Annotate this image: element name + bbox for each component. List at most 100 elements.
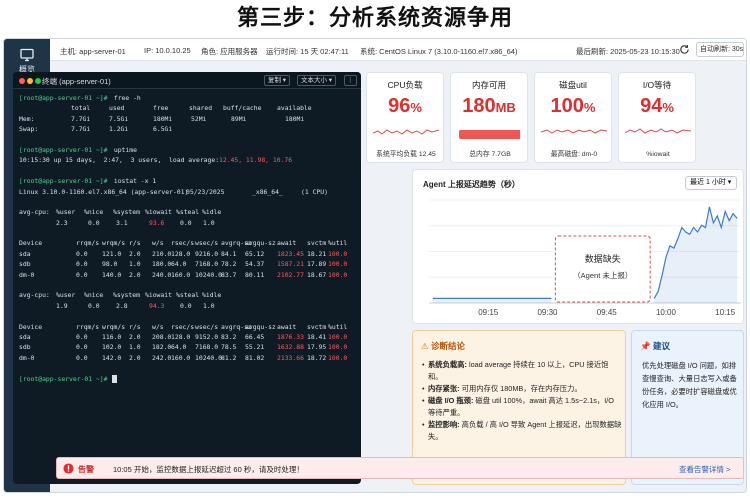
font-size-button[interactable]: 文本大小 ▾ — [297, 75, 337, 86]
terminal-command: uptime — [110, 145, 137, 154]
table-cell: 64.0 — [171, 343, 187, 352]
table-row: sda 0.0 116.0 2.0 208.0 128.0 9152.0 83.2 66.45 1… — [19, 332, 359, 342]
terminal-text: Linux 3.10.0-1160.el7.x86_64 (app-server… — [19, 187, 189, 196]
host-os: 系统: CentOS Linux 7 (3.10.0-1160.el7.x86_… — [360, 47, 518, 56]
alert-label: 告警 — [78, 465, 94, 474]
table-cell: 1.0 — [203, 301, 215, 310]
table-header: wrqm/s — [102, 322, 126, 331]
load-average: 12.45, 11.98, 10.76 — [219, 156, 293, 165]
table-cell: 52Mi — [191, 114, 207, 123]
table-cell: 160.0 — [171, 270, 191, 279]
terminal-panel[interactable]: 终端 (app-server-01) 复制 ▾ 文本大小 ▾ ⋮ [root@a… — [13, 72, 361, 484]
table-header: free — [153, 104, 169, 113]
table-cell: 78.5 — [221, 343, 237, 352]
table-cell: 180Mi — [153, 114, 173, 123]
table-cell: 182.0 — [152, 343, 172, 352]
minimize-dot-icon[interactable] — [27, 78, 33, 84]
free-mem-row: Mem: 7.7Gi 7.5Gi 180Mi 52Mi 89Mi 180Mi — [19, 114, 359, 124]
table-cell: 100.0 — [328, 343, 348, 352]
table-header: rsec/s — [171, 322, 195, 331]
table-cell: sdb — [19, 343, 31, 352]
alert-icon — [63, 463, 74, 474]
table-cell: 18.41 — [307, 332, 327, 341]
x-tick-label: 09:30 — [537, 308, 558, 317]
table-cell: 83.2 — [221, 332, 237, 341]
table-header: %nice — [84, 291, 104, 300]
series-area-0 — [432, 298, 552, 303]
auto-refresh-select[interactable]: 自动刷新: 30s — [696, 42, 744, 57]
table-header: avgqu-sz — [245, 239, 276, 248]
table-cell: 2.0 — [129, 353, 141, 362]
table-header: svctm — [307, 239, 327, 248]
page-title: 第三步：分析系统资源争用 — [236, 5, 513, 30]
diagnosis-item: 监控影响: 高负载 / 高 I/O 导致 Agent 上报延迟，出现数据缺失。 — [422, 419, 622, 443]
table-cell: 9152.0 — [195, 332, 219, 341]
disk-sparkline — [541, 129, 607, 134]
table-cell: 2133.66 — [277, 353, 304, 362]
terminal-prompt: [root@app-server-01 ~]# — [19, 94, 108, 102]
x-tick-label: 09:45 — [597, 308, 618, 317]
close-dot-icon[interactable] — [19, 78, 25, 84]
table-cell: 66.45 — [245, 332, 265, 341]
table-cell: sdb — [19, 260, 31, 269]
table-cell: 1.0 — [203, 218, 215, 227]
terminal-command: iostat -x 1 — [110, 177, 157, 186]
terminal-command-line: [root@app-server-01 ~]# iostat -x 1 — [19, 176, 359, 186]
last-refresh: 最后刷新: 2025-05-23 10:15:30 — [576, 47, 680, 56]
table-cell: 89Mi — [231, 114, 247, 123]
table-cell: 128.0 — [171, 332, 191, 341]
table-cell: 208.0 — [152, 332, 172, 341]
table-cell: 1876.33 — [277, 332, 304, 341]
copy-button[interactable]: 复制 ▾ — [264, 75, 291, 86]
suggestion-text: 优先处理磁盘 I/O 问题，如排查慢查询、大量日志写入或备份任务，必要时扩容磁盘… — [642, 361, 737, 409]
table-cell: 1587.21 — [277, 260, 304, 269]
terminal-prompt: [root@app-server-01 ~]# — [19, 145, 108, 154]
cpu-card: CPU负载 96% 系统平均负载 12.45 — [366, 72, 444, 163]
table-header: wsec/s — [195, 239, 219, 248]
table-header: %steal — [176, 208, 200, 217]
table-cell: 116.0 — [102, 332, 122, 341]
table-header: available — [277, 104, 312, 113]
table-cell: 98.0 — [102, 260, 118, 269]
table-cell: 242.0 — [152, 353, 172, 362]
alert-details-link[interactable]: 查看告警详情 > — [679, 464, 730, 475]
table-cell: 3.1 — [116, 218, 128, 227]
table-cell: 1823.45 — [277, 249, 304, 258]
table-header: Device — [19, 322, 43, 331]
table-header: %iowait — [145, 208, 172, 217]
table-cell: 2.0 — [129, 332, 141, 341]
card-subtext: 系统平均负载 12.45 — [376, 151, 436, 158]
alert-bar: 告警 10:05 开始，监控数据上报延迟超过 60 秒，请及时处理！ 查看告警详… — [56, 457, 744, 479]
table-header: await — [277, 322, 297, 331]
terminal-command-line[interactable]: [root@app-server-01 ~]# — [19, 374, 359, 384]
table-cell: sda — [19, 332, 31, 341]
table-cell: 7.7Gi — [71, 114, 91, 123]
table-header: %util — [328, 239, 348, 248]
card-value: 96% — [388, 95, 422, 117]
table-cell: Swap: — [19, 125, 39, 134]
warning-icon: ⚠ — [421, 341, 429, 351]
table-header: avgqu-sz — [245, 322, 276, 331]
uptime-output: 10:15:30 up 15 days, 2:47, 3 users, load… — [19, 155, 359, 165]
table-cell: 0.0 — [76, 332, 88, 341]
terminal-settings-button[interactable]: ⋮ — [344, 75, 357, 86]
table-header: r/s — [129, 239, 141, 248]
table-cell: 7.5Gi — [109, 114, 129, 123]
table-header: %nice — [84, 208, 104, 217]
device-header: Device rrqm/s wrqm/s r/s w/s rsec/s wsec/s avgr… — [19, 238, 359, 248]
terminal-prompt: [root@app-server-01 ~]# — [19, 374, 108, 383]
table-header: r/s — [129, 322, 141, 331]
table-cell: 160.0 — [171, 353, 191, 362]
table-cell: 1.9 — [56, 301, 68, 310]
table-header: rrqm/s — [76, 239, 100, 248]
table-header: wrqm/s — [102, 239, 126, 248]
maximize-dot-icon[interactable] — [35, 78, 41, 84]
table-cell: 10240.0 — [195, 353, 222, 362]
refresh-icon[interactable] — [679, 44, 690, 55]
card-subtext: 最高磁盘: dm-0 — [550, 151, 598, 158]
card-value: 94% — [640, 95, 674, 117]
table-header: %idle — [202, 291, 222, 300]
table-cell: 0.0 — [76, 260, 88, 269]
table-row: sdb 0.0 98.0 1.0 180.0 64.0 7168.0 78.2 54.37 158… — [19, 259, 359, 269]
missing-data-sublabel: （Agent 未上报） — [573, 270, 632, 280]
